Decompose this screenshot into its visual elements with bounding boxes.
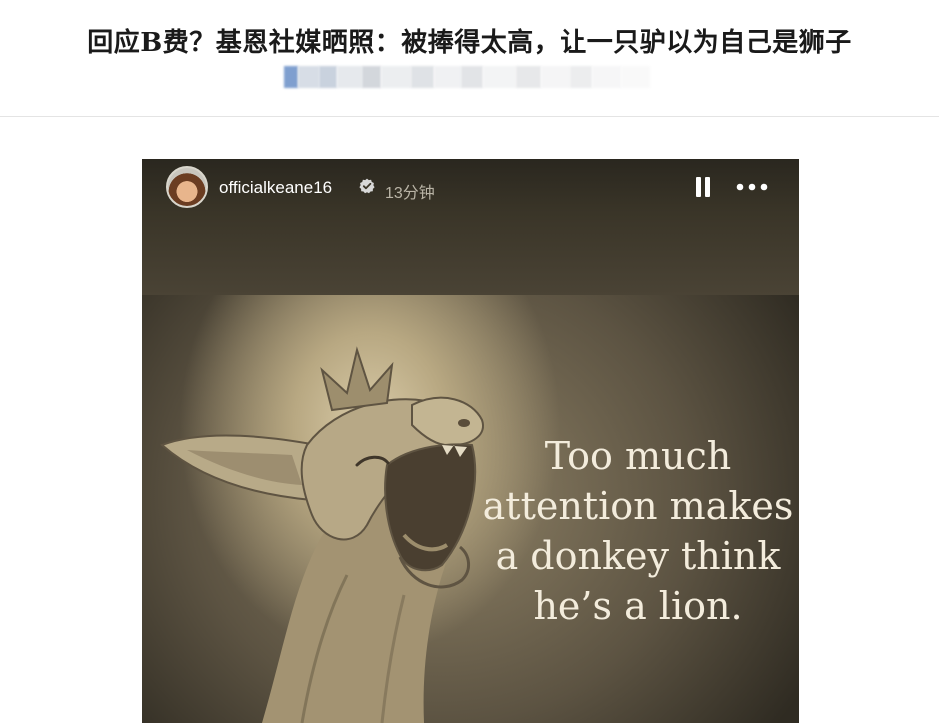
verified-badge-icon [359, 178, 375, 194]
quote-line: he’s a lion. [533, 584, 743, 628]
pause-icon[interactable] [694, 177, 712, 197]
quote-line: a donkey think [495, 534, 781, 578]
article-headline: 回应B费？基恩社媒晒照：被捧得太高，让一只驴以为自己是狮子 [87, 28, 852, 58]
user-avatar[interactable] [166, 166, 208, 208]
story-top-bar: officialkeane16 13分钟 [142, 159, 799, 295]
quote-line: attention makes [482, 484, 794, 528]
story-time-ago: 13分钟 [385, 185, 435, 202]
quote-line: Too much [544, 434, 732, 478]
page: 回应B费？基恩社媒晒照：被捧得太高，让一只驴以为自己是狮子 officialke… [0, 0, 939, 723]
instagram-story: officialkeane16 13分钟 Too much attention … [142, 159, 799, 723]
more-options-icon[interactable] [736, 183, 768, 191]
story-username[interactable]: officialkeane16 [219, 178, 332, 198]
article-header: 回应B费？基恩社媒晒照：被捧得太高，让一只驴以为自己是狮子 [0, 0, 939, 117]
blurred-article-meta [284, 66, 651, 88]
story-quote: Too much attention makes a donkey think … [478, 431, 798, 631]
